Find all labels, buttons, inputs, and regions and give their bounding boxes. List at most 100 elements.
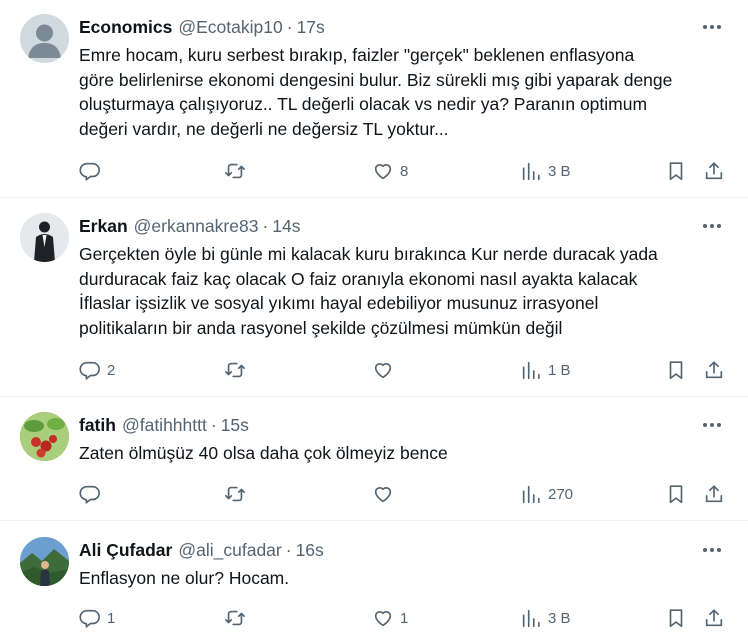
separator-dot: · bbox=[262, 216, 269, 236]
tweet-header: Economics @Ecotakip10 · 17s bbox=[79, 16, 325, 38]
more-icon[interactable] bbox=[700, 215, 724, 237]
tweet-erkan[interactable]: Erkan @erkannakre83 · 14s Gerçekten öyle… bbox=[0, 198, 748, 397]
tweet-text-line: değeri vardır, ne değerli ne değersiz TL… bbox=[79, 118, 449, 139]
views-icon bbox=[522, 162, 540, 181]
tweet-text-line: Enflasyon ne olur? Hocam. bbox=[79, 568, 290, 588]
tweet-text-line: Zaten ölmüşüz 40 olsa daha çok ölmeyiz b… bbox=[79, 443, 448, 463]
retweet-button[interactable] bbox=[224, 482, 246, 506]
share-icon bbox=[705, 485, 723, 503]
author-name[interactable]: Economics bbox=[79, 16, 172, 38]
author-handle[interactable]: @ali_cufadar bbox=[178, 539, 281, 561]
retweet-icon bbox=[225, 163, 245, 179]
separator-dot: · bbox=[285, 540, 292, 560]
avatar-default[interactable] bbox=[20, 14, 69, 63]
like-button[interactable]: 1 bbox=[372, 606, 408, 630]
views-button[interactable]: 3 B bbox=[520, 606, 571, 630]
tweet-text-line: Gerçekten öyle bi günle mi kalacak kuru … bbox=[79, 244, 658, 264]
retweet-icon bbox=[225, 486, 245, 502]
like-count: 8 bbox=[400, 162, 409, 180]
like-icon bbox=[374, 487, 392, 503]
bookmark-button[interactable] bbox=[665, 358, 687, 382]
more-icon[interactable] bbox=[700, 414, 724, 436]
author-name[interactable]: Ali Çufadar bbox=[79, 539, 172, 561]
more-icon[interactable] bbox=[700, 16, 724, 38]
share-icon bbox=[705, 609, 723, 627]
more-icon[interactable] bbox=[700, 539, 724, 561]
timestamp[interactable]: 15s bbox=[221, 414, 249, 436]
like-count: 1 bbox=[400, 609, 409, 627]
separator-dot: · bbox=[210, 415, 217, 435]
tweet-ali-cufadar[interactable]: Ali Çufadar @ali_cufadar · 16s Enflasyon… bbox=[0, 521, 748, 644]
tweet-economics[interactable]: Economics @Ecotakip10 · 17s Emre hocam, … bbox=[0, 0, 748, 198]
share-button[interactable] bbox=[703, 482, 725, 506]
views-icon bbox=[522, 361, 540, 380]
avatar-fatih[interactable] bbox=[20, 412, 69, 461]
views-icon bbox=[522, 485, 540, 504]
reply-button[interactable] bbox=[79, 159, 107, 183]
avatar-erkan[interactable] bbox=[20, 213, 69, 262]
reply-count: 1 bbox=[107, 609, 116, 627]
retweet-icon bbox=[225, 610, 245, 626]
tweet-text-line: İflaslar işsizlik ve sosyal yıkımı hayal… bbox=[79, 293, 599, 313]
tweet-text: Gerçekten öyle bi günle mi kalacak kuru … bbox=[79, 242, 729, 340]
reply-icon bbox=[79, 485, 100, 504]
retweet-button[interactable] bbox=[224, 159, 246, 183]
bookmark-button[interactable] bbox=[665, 159, 687, 183]
reply-button[interactable] bbox=[79, 482, 107, 506]
author-handle[interactable]: @erkannakre83 bbox=[134, 215, 259, 237]
views-count: 1 B bbox=[548, 361, 571, 379]
share-button[interactable] bbox=[703, 606, 725, 630]
tweet-fatih[interactable]: fatih @fatihhhttt · 15s Zaten ölmüşüz 40… bbox=[0, 397, 748, 521]
like-icon bbox=[374, 363, 392, 379]
tweet-text: Emre hocam, kuru serbest bırakıp, faizle… bbox=[79, 43, 729, 141]
retweet-button[interactable] bbox=[224, 358, 246, 382]
author-name[interactable]: Erkan bbox=[79, 215, 128, 237]
tweet-actions: 2 1 B bbox=[0, 358, 748, 382]
bookmark-icon bbox=[669, 162, 683, 181]
tweet-actions: 8 3 B bbox=[0, 159, 748, 183]
tweet-actions: 1 1 3 B bbox=[0, 606, 748, 630]
tweet-text: Enflasyon ne olur? Hocam. bbox=[79, 566, 729, 591]
views-count: 3 B bbox=[548, 609, 571, 627]
author-handle[interactable]: @fatihhhttt bbox=[122, 414, 207, 436]
views-button[interactable]: 270 bbox=[520, 482, 573, 506]
bookmark-button[interactable] bbox=[665, 606, 687, 630]
replies-feed: Economics @Ecotakip10 · 17s Emre hocam, … bbox=[0, 0, 748, 644]
share-icon bbox=[705, 361, 723, 379]
share-icon bbox=[705, 162, 723, 180]
share-button[interactable] bbox=[703, 159, 725, 183]
like-icon bbox=[374, 164, 392, 180]
views-icon bbox=[522, 609, 540, 628]
timestamp[interactable]: 16s bbox=[296, 539, 324, 561]
tweet-text-line: politikaların bir anda rasyonel şekilde … bbox=[79, 317, 563, 338]
share-button[interactable] bbox=[703, 358, 725, 382]
reply-button[interactable]: 2 bbox=[79, 358, 115, 382]
author-handle[interactable]: @Ecotakip10 bbox=[178, 16, 282, 38]
bookmark-icon bbox=[669, 609, 683, 628]
tweet-text: Zaten ölmüşüz 40 olsa daha çok ölmeyiz b… bbox=[79, 441, 729, 466]
views-button[interactable]: 3 B bbox=[520, 159, 571, 183]
tweet-text-line: göre belirlenirse ekonomi dengesini bulu… bbox=[79, 69, 673, 90]
retweet-button[interactable] bbox=[224, 606, 246, 630]
like-button[interactable] bbox=[372, 358, 400, 382]
reply-icon bbox=[79, 361, 100, 380]
bookmark-icon bbox=[669, 485, 683, 504]
tweet-actions: 270 bbox=[0, 482, 748, 506]
timestamp[interactable]: 17s bbox=[297, 16, 325, 38]
tweet-text-line: Emre hocam, kuru serbest bırakıp, faizle… bbox=[79, 45, 635, 65]
timestamp[interactable]: 14s bbox=[272, 215, 300, 237]
bookmark-button[interactable] bbox=[665, 482, 687, 506]
reply-button[interactable]: 1 bbox=[79, 606, 115, 630]
reply-icon bbox=[79, 162, 100, 181]
like-icon bbox=[374, 611, 392, 627]
reply-count: 2 bbox=[107, 361, 116, 379]
reply-icon bbox=[79, 609, 100, 628]
tweet-text-line: durduracak faiz kaç olacak O faiz oranıy… bbox=[79, 268, 638, 289]
like-button[interactable] bbox=[372, 482, 400, 506]
avatar-ali[interactable] bbox=[20, 537, 69, 586]
author-name[interactable]: fatih bbox=[79, 414, 116, 436]
like-button[interactable]: 8 bbox=[372, 159, 408, 183]
bookmark-icon bbox=[669, 361, 683, 380]
views-count: 270 bbox=[548, 485, 574, 503]
views-button[interactable]: 1 B bbox=[520, 358, 571, 382]
